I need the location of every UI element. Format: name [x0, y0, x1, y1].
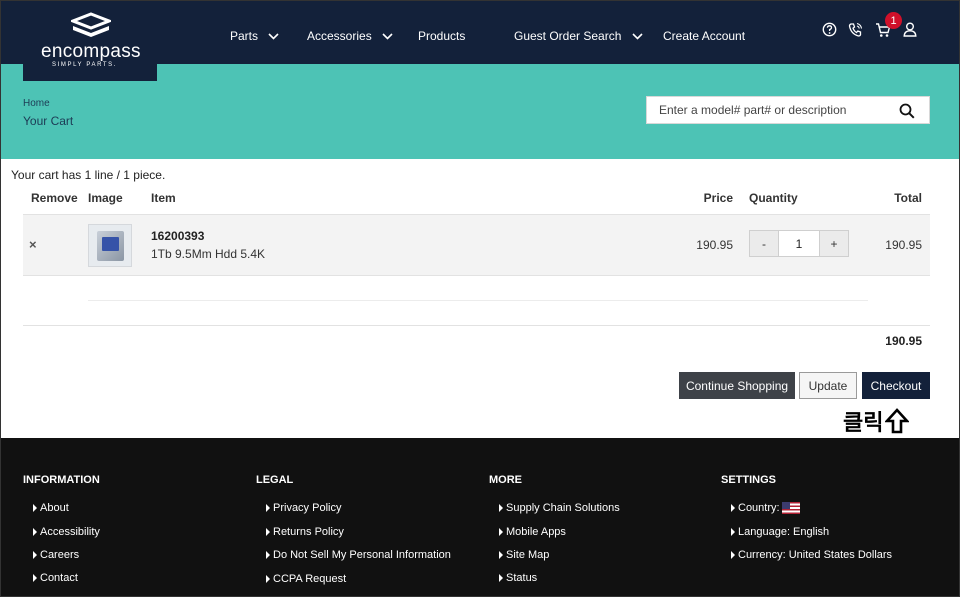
footer-link-do-not-sell[interactable]: Do Not Sell My Personal Information — [266, 549, 451, 561]
nav-accessories[interactable]: Accessories — [307, 28, 393, 44]
footer-link-contact[interactable]: Contact — [33, 572, 78, 584]
chevron-down-icon — [268, 32, 279, 40]
footer-link-careers[interactable]: Careers — [33, 549, 79, 561]
user-icon[interactable] — [903, 22, 917, 37]
nav-parts-label: Parts — [230, 29, 259, 43]
footer-link-site-map[interactable]: Site Map — [499, 549, 549, 561]
up-arrow-icon — [885, 408, 910, 434]
footer-link-mobile-apps[interactable]: Mobile Apps — [499, 526, 566, 538]
footer-link-about[interactable]: About — [33, 502, 69, 514]
logo-wordmark: encompass — [41, 41, 141, 62]
nav-products[interactable]: Products — [418, 28, 465, 44]
cart-summary: Your cart has 1 line / 1 piece. — [11, 168, 166, 182]
search-input[interactable] — [647, 97, 887, 123]
site-logo[interactable]: encompass SIMPLY PARTS. — [23, 0, 157, 81]
divider — [23, 325, 930, 326]
click-annotation: 클릭 — [843, 405, 910, 437]
us-flag-icon — [781, 502, 800, 514]
footer-link-privacy-policy[interactable]: Privacy Policy — [266, 502, 341, 514]
caret-right-icon — [33, 551, 37, 559]
caret-right-icon — [33, 528, 37, 536]
footer-heading-settings: SETTINGS — [721, 474, 777, 486]
nav-products-label: Products — [418, 29, 466, 43]
caret-right-icon — [266, 504, 270, 512]
caret-right-icon — [731, 528, 735, 536]
hard-drive-icon — [97, 231, 124, 261]
logo-tagline: SIMPLY PARTS. — [52, 62, 118, 68]
quantity-decrease-button[interactable]: - — [750, 231, 778, 256]
search-bar — [646, 96, 930, 124]
footer-setting-currency[interactable]: Currency: United States Dollars — [731, 549, 892, 561]
footer-heading-information: INFORMATION — [23, 474, 100, 486]
product-image[interactable] — [88, 224, 132, 267]
column-header-item: Item — [151, 191, 176, 205]
remove-item-icon[interactable]: × — [29, 237, 37, 252]
caret-right-icon — [731, 504, 735, 512]
item-price: 190.95 — [696, 238, 733, 252]
column-header-image: Image — [88, 191, 123, 205]
update-button[interactable]: Update — [799, 372, 857, 399]
page-title: Your Cart — [23, 114, 74, 128]
nav-create-account[interactable]: Create Account — [663, 28, 745, 44]
search-icon[interactable] — [899, 103, 915, 119]
nav-accessories-label: Accessories — [307, 29, 372, 43]
caret-right-icon — [731, 551, 735, 559]
caret-right-icon — [499, 528, 503, 536]
phone-icon[interactable] — [848, 22, 863, 38]
chevron-down-icon — [382, 32, 393, 40]
nav-parts[interactable]: Parts — [230, 28, 279, 44]
cart-grand-total: 190.95 — [885, 334, 922, 348]
nav-guest-order-search[interactable]: Guest Order Search — [514, 28, 643, 44]
footer-setting-country[interactable]: Country: — [731, 502, 800, 514]
continue-shopping-button[interactable]: Continue Shopping — [679, 372, 795, 399]
column-header-remove: Remove — [31, 191, 78, 205]
item-sku[interactable]: 16200393 — [151, 229, 204, 243]
caret-right-icon — [266, 575, 270, 583]
breadcrumb-home[interactable]: Home — [23, 98, 50, 109]
caret-right-icon — [33, 574, 37, 582]
footer-setting-language[interactable]: Language: English — [731, 526, 829, 538]
help-icon[interactable] — [822, 22, 837, 37]
column-header-quantity: Quantity — [749, 191, 798, 205]
quantity-input[interactable]: 1 — [778, 231, 820, 256]
footer-link-returns-policy[interactable]: Returns Policy — [266, 526, 344, 538]
footer-link-status[interactable]: Status — [499, 572, 537, 584]
logo-icon — [71, 12, 111, 37]
column-header-price: Price — [703, 191, 733, 205]
click-annotation-text: 클릭 — [843, 410, 884, 435]
item-total: 190.95 — [885, 238, 922, 252]
checkout-button[interactable]: Checkout — [862, 372, 930, 399]
divider — [88, 300, 868, 301]
site-footer — [0, 438, 960, 597]
footer-heading-legal: LEGAL — [256, 474, 294, 486]
nav-create-account-label: Create Account — [663, 29, 746, 43]
caret-right-icon — [499, 504, 503, 512]
footer-link-supply-chain[interactable]: Supply Chain Solutions — [499, 502, 620, 514]
cart-count-badge: 1 — [885, 12, 902, 29]
quantity-increase-button[interactable]: + — [820, 231, 848, 256]
footer-link-accessibility[interactable]: Accessibility — [33, 526, 100, 538]
chevron-down-icon — [632, 32, 643, 40]
column-header-total: Total — [894, 191, 922, 205]
footer-heading-more: MORE — [489, 474, 522, 486]
caret-right-icon — [33, 504, 37, 512]
item-description: 1Tb 9.5Mm Hdd 5.4K — [151, 247, 266, 261]
nav-guest-order-search-label: Guest Order Search — [514, 29, 622, 43]
caret-right-icon — [266, 551, 270, 559]
caret-right-icon — [499, 551, 503, 559]
caret-right-icon — [499, 574, 503, 582]
caret-right-icon — [266, 528, 270, 536]
footer-link-ccpa-request[interactable]: CCPA Request — [266, 573, 346, 585]
quantity-stepper: - 1 + — [749, 230, 849, 257]
